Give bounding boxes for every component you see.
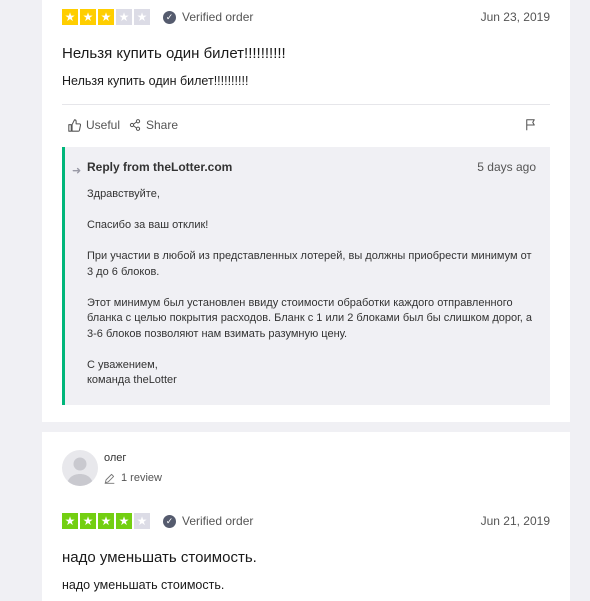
star-icon: ★ [80, 9, 96, 25]
star-icon: ★ [98, 9, 114, 25]
reply-arrow-icon: ➜ [72, 165, 82, 177]
verified-badge: ✓ Verified order [163, 10, 253, 24]
flag-icon [526, 119, 535, 131]
review-body: надо уменьшать стоимость. [62, 578, 225, 592]
review-card: олег 1 review ★ ★ ★ ★ ★ ✓ Verified order… [42, 432, 570, 601]
star-icon: ★ [80, 513, 96, 529]
check-icon: ✓ [163, 514, 176, 528]
useful-button[interactable]: Useful [68, 118, 120, 132]
reply-date: 5 days ago [477, 160, 536, 174]
review-body: Нельзя купить один билет!!!!!!!!!! [62, 74, 249, 88]
user-silhouette-icon [67, 457, 93, 486]
review-title[interactable]: Нельзя купить один билет!!!!!!!!!! [62, 45, 286, 62]
star-icon: ★ [116, 9, 132, 25]
star-icon: ★ [98, 513, 114, 529]
avatar[interactable] [62, 450, 98, 486]
star-icon: ★ [134, 513, 150, 529]
report-button[interactable] [525, 119, 536, 131]
review-card: ★ ★ ★ ★ ★ ✓ Verified order Jun 23, 2019 … [42, 0, 570, 422]
reply-text: Здравствуйте, Спасибо за ваш отклик! При… [87, 188, 532, 386]
star-rating: ★ ★ ★ ★ ★ [62, 9, 150, 25]
review-date: Jun 23, 2019 [480, 10, 550, 24]
company-reply: ➜ Reply from theLotter.com 5 days ago Зд… [62, 147, 550, 405]
share-button[interactable]: Share [129, 118, 178, 132]
pencil-icon [104, 473, 115, 484]
star-icon: ★ [134, 9, 150, 25]
thumbs-up-icon [68, 118, 81, 132]
divider [62, 104, 550, 105]
reviewer-reviews-count: 1 review [104, 472, 162, 484]
share-icon [129, 119, 141, 131]
useful-label: Useful [86, 118, 121, 132]
reviewer-name[interactable]: олег [104, 452, 126, 464]
reviews-count-label: 1 review [121, 472, 162, 484]
verified-label: Verified order [182, 514, 254, 528]
verified-badge: ✓ Verified order [163, 514, 253, 528]
star-icon: ★ [116, 513, 132, 529]
review-title[interactable]: надо уменьшать стоимость. [62, 549, 257, 566]
verified-label: Verified order [182, 10, 254, 24]
share-label: Share [146, 118, 179, 132]
star-rating: ★ ★ ★ ★ ★ [62, 513, 150, 529]
star-icon: ★ [62, 9, 78, 25]
check-icon: ✓ [163, 10, 176, 24]
reply-title: Reply from theLotter.com [87, 160, 233, 174]
review-date: Jun 21, 2019 [480, 514, 550, 528]
star-icon: ★ [62, 513, 78, 529]
